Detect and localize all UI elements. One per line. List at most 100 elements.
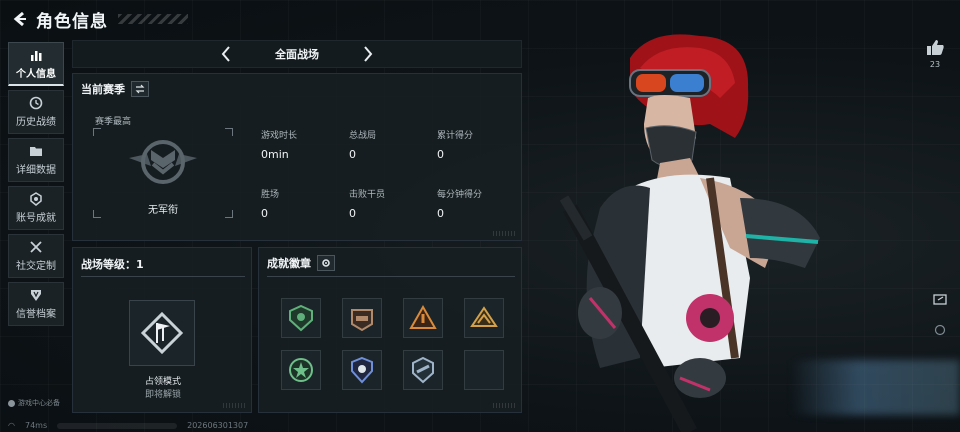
badges-panel: 成就徽章	[258, 247, 522, 413]
divider	[267, 276, 515, 277]
nav-label: 账号成就	[16, 213, 56, 224]
nav-item-social[interactable]: 社交定制	[8, 234, 64, 278]
stat-total-score: 累计得分 0	[437, 128, 527, 161]
folder-icon	[30, 147, 42, 156]
tools-icon	[30, 241, 42, 253]
nav-item-details[interactable]: 详细数据	[8, 138, 64, 182]
panel-decoration	[493, 403, 515, 408]
stat-value: 0	[349, 207, 356, 220]
prev-mode-button[interactable]	[215, 43, 237, 65]
badge-slot[interactable]	[464, 298, 504, 338]
stat-label: 击败干员	[349, 190, 386, 200]
like-count: 23	[929, 60, 941, 69]
badge-slot[interactable]	[403, 350, 443, 390]
flag-diamond-icon	[140, 311, 184, 355]
panel-decoration	[223, 403, 245, 408]
nav-label: 历史战绩	[16, 117, 56, 128]
stat-value: 0	[437, 207, 444, 220]
mode-name: 全面战场	[275, 48, 319, 61]
wifi-icon: ◠	[8, 421, 15, 430]
stat-label: 总战局	[349, 131, 377, 141]
season-header: 当前赛季	[81, 81, 149, 97]
ping-readout: 74ms	[24, 421, 48, 430]
player-id: 202606301307	[187, 421, 249, 430]
stat-total-matches: 总战局 0	[349, 128, 439, 161]
gold-triangle-badge-icon	[470, 306, 498, 327]
stat-value: 0	[261, 207, 268, 220]
shield-icon	[31, 290, 41, 301]
stat-play-time: 游戏时长 0min	[261, 128, 351, 161]
side-nav: 个人信息 历史战绩 详细数据 账号成就 社交定制 信誉档案	[8, 42, 64, 330]
badge-slot-empty[interactable]	[464, 350, 504, 390]
thumbs-up-icon	[927, 40, 944, 55]
status-bar: ◠ 74ms 202606301307	[8, 421, 568, 430]
stat-label: 胜场	[261, 190, 280, 200]
stat-label: 每分钟得分	[437, 190, 483, 200]
badge-slot[interactable]	[403, 298, 443, 338]
battle-level-title: 战场等级：1	[81, 258, 144, 271]
rank-box: 无军衔	[93, 128, 233, 218]
panel-decoration	[493, 231, 515, 236]
back-arrow-icon	[13, 11, 26, 27]
nav-item-history[interactable]: 历史战绩	[8, 90, 64, 134]
history-clock-icon	[29, 96, 43, 110]
green-shield-badge-icon	[289, 304, 313, 332]
silver-wing-badge-icon	[412, 356, 434, 384]
blurred-glow	[790, 360, 960, 415]
badge-slot[interactable]	[281, 350, 321, 390]
expand-button[interactable]	[930, 322, 950, 338]
expand-icon	[934, 324, 946, 336]
stat-wins: 胜场 0	[261, 187, 351, 220]
season-highest-label: 赛季最高	[95, 117, 132, 127]
battle-level-panel: 战场等级：1 占领模式 即将解锁	[72, 247, 252, 413]
stat-kills: 击败干员 0	[349, 187, 439, 220]
capture-mode-tile[interactable]	[129, 300, 195, 366]
mode-tile-name: 占领模式	[144, 377, 181, 387]
title-decoration	[118, 14, 188, 24]
badges-header: 成就徽章	[267, 255, 335, 271]
season-panel: 当前赛季 赛季最高 无军衔 游戏时长 0min 总战局 0 累计得分 0 胜场 …	[72, 73, 522, 241]
season-switch-button[interactable]	[131, 81, 149, 97]
stat-value: 0min	[261, 148, 289, 161]
mode-switcher: 全面战场	[72, 40, 522, 68]
status-placeholder	[57, 422, 178, 429]
blue-shield-badge-icon	[351, 356, 373, 384]
chevron-right-icon	[364, 46, 373, 62]
back-button[interactable]	[6, 5, 34, 33]
badge-slot[interactable]	[342, 298, 382, 338]
badge-slot[interactable]	[281, 298, 321, 338]
stat-label: 游戏时长	[261, 131, 298, 141]
orange-triangle-badge-icon	[409, 304, 437, 329]
nav-item-achievements[interactable]: 账号成就	[8, 186, 64, 230]
stat-label: 累计得分	[437, 131, 474, 141]
header: 角色信息	[0, 0, 560, 38]
page-title: 角色信息	[36, 11, 108, 32]
achievement-medal-icon	[30, 192, 42, 206]
rank-name: 无军衔	[148, 205, 178, 216]
mode-tile-status: 即将解锁	[144, 390, 181, 400]
badges-settings-button[interactable]	[317, 255, 335, 271]
brand-text: 游戏中心必备	[18, 399, 60, 407]
nav-label: 详细数据	[16, 165, 56, 176]
share-icon	[933, 294, 947, 305]
nav-label: 社交定制	[16, 261, 56, 272]
nav-item-personal-info[interactable]: 个人信息	[8, 42, 64, 86]
like-button[interactable]: 23	[922, 38, 948, 69]
next-mode-button[interactable]	[357, 43, 379, 65]
season-title: 当前赛季	[81, 83, 125, 96]
divider	[81, 276, 245, 277]
nav-item-reputation[interactable]: 信誉档案	[8, 282, 64, 326]
stat-value: 0	[437, 148, 444, 161]
brand-logo-icon	[8, 399, 15, 407]
swap-icon	[135, 84, 145, 94]
badges-title: 成就徽章	[267, 257, 311, 270]
nav-label: 个人信息	[16, 68, 56, 80]
green-star-badge-icon	[289, 358, 313, 382]
stat-value: 0	[349, 148, 356, 161]
badge-slot[interactable]	[342, 350, 382, 390]
gear-icon	[322, 259, 330, 267]
stat-score-per-minute: 每分钟得分 0	[437, 187, 527, 220]
bronze-vehicle-badge-icon	[351, 309, 373, 332]
chevron-left-icon	[221, 46, 230, 62]
share-button[interactable]	[930, 291, 950, 307]
